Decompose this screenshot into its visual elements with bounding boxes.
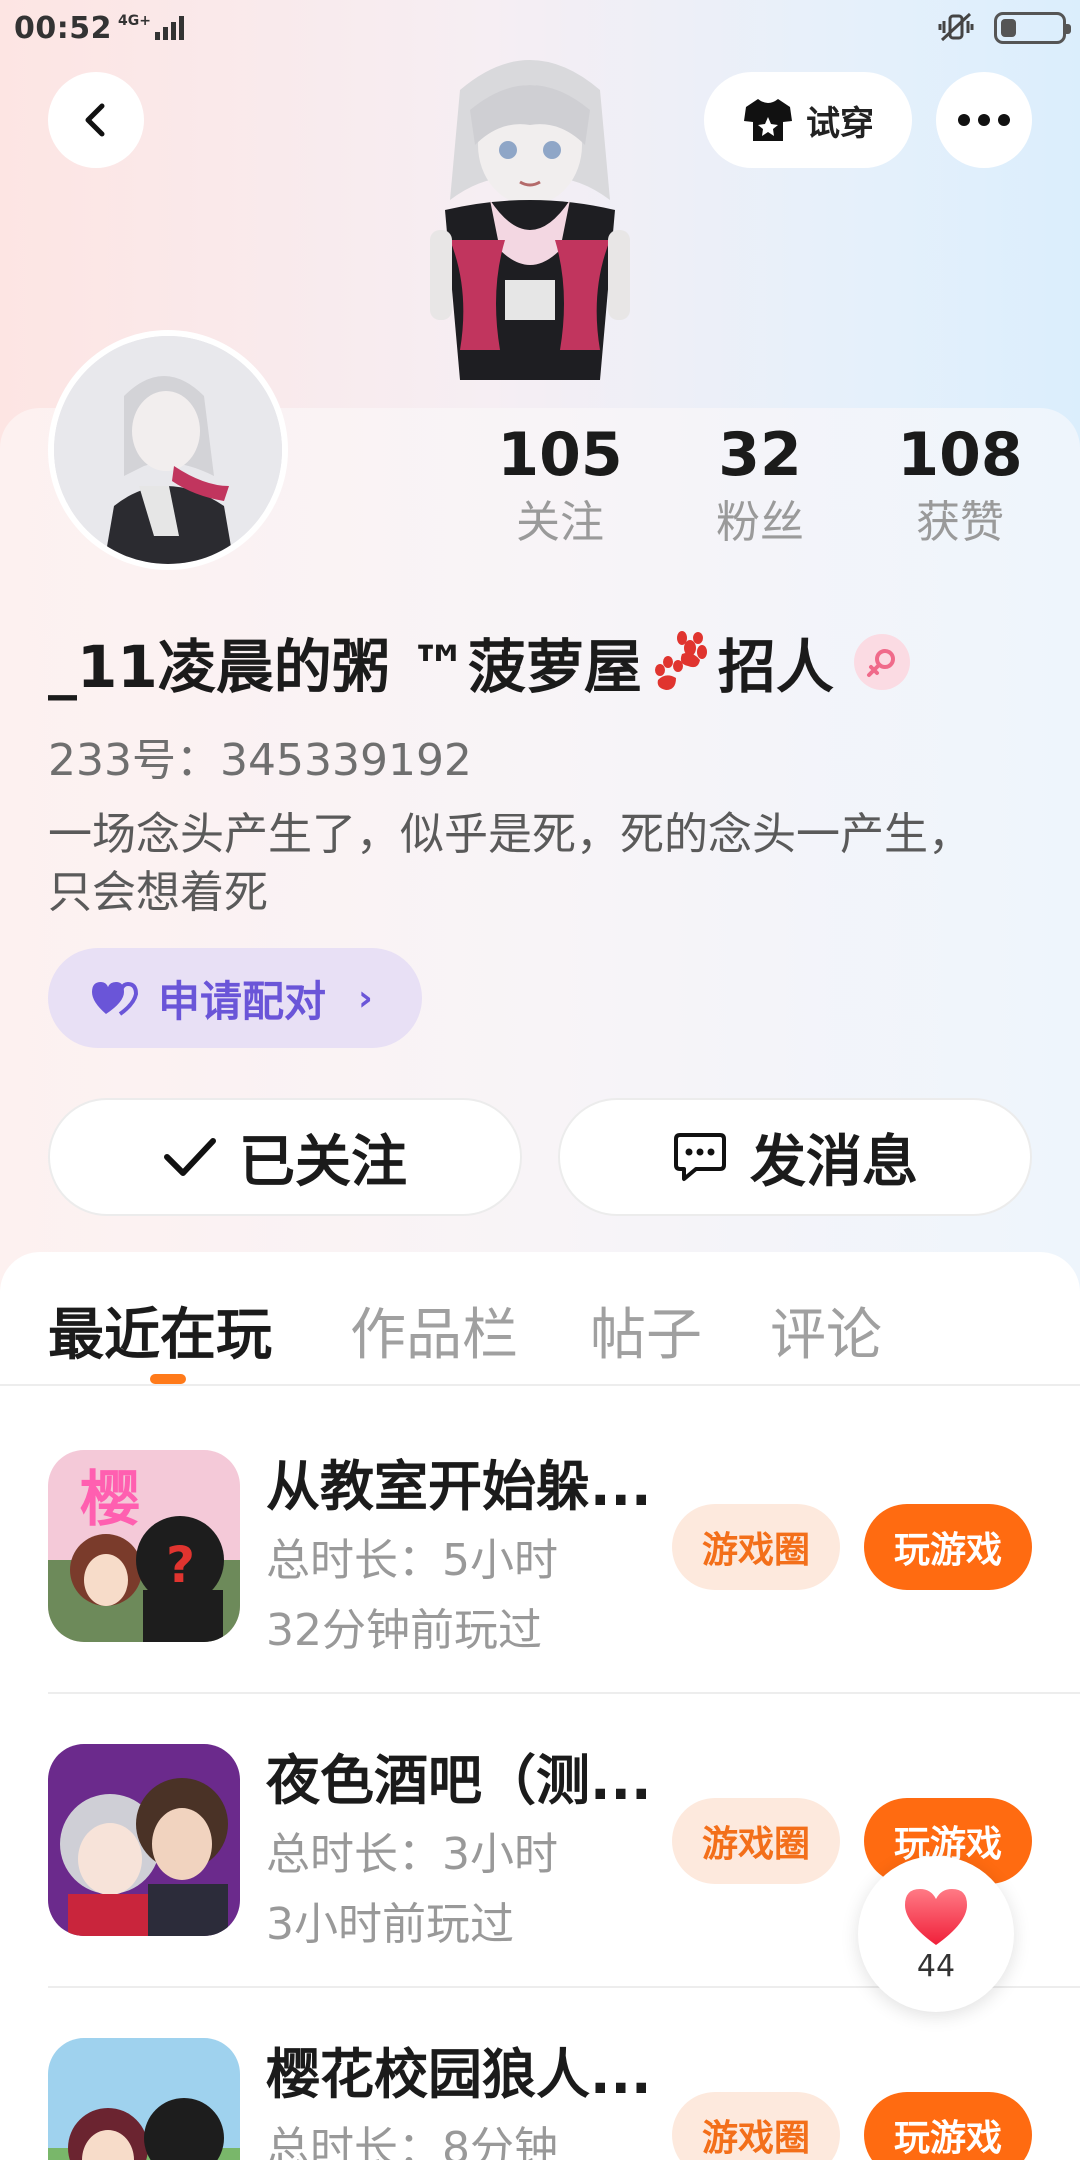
game-icon: 樱 ? bbox=[48, 1450, 240, 1642]
avatar-3d-character bbox=[430, 60, 630, 380]
game-title: 夜色酒吧（测... bbox=[266, 1749, 652, 1812]
tshirt-icon bbox=[744, 99, 792, 141]
stat-following[interactable]: 105 关注 bbox=[460, 420, 660, 550]
svg-text:?: ? bbox=[166, 1536, 195, 1594]
game-circle-button[interactable]: 游戏圈 bbox=[672, 1504, 840, 1590]
send-message-label: 发消息 bbox=[750, 1129, 918, 1195]
play-game-button[interactable]: 玩游戏 bbox=[864, 2092, 1032, 2160]
likes-label: 获赞 bbox=[916, 497, 1004, 548]
game-last-played: 32分钟前玩过 bbox=[266, 1605, 542, 1656]
try-on-label: 试穿 bbox=[806, 103, 874, 144]
chevron-left-icon bbox=[85, 103, 105, 137]
battery-icon bbox=[994, 12, 1071, 44]
game-duration: 总时长：5小时 bbox=[266, 1535, 558, 1586]
status-bar: 00:52 4G+ bbox=[0, 0, 1080, 56]
tab-recently-played[interactable]: 最近在玩 bbox=[48, 1290, 272, 1371]
paw-icon bbox=[654, 631, 707, 690]
bio: 一场念头产生了，似乎是死，死的念头一产生，只会想着死 bbox=[48, 809, 972, 918]
status-time: 00:52 bbox=[14, 10, 112, 46]
female-gender-icon bbox=[853, 634, 910, 690]
game-circle-button[interactable]: 游戏圈 bbox=[672, 2092, 840, 2160]
user-id: 233号：345339192 bbox=[48, 735, 472, 786]
row-divider bbox=[48, 1692, 1080, 1694]
stats-row: 105 关注 32 粉丝 108 获赞 bbox=[460, 420, 1060, 560]
back-button[interactable] bbox=[48, 72, 144, 168]
tabs-divider bbox=[0, 1384, 1080, 1386]
username: _11凌晨的粥 ™菠萝屋 招人 bbox=[48, 620, 910, 704]
game-duration: 总时长：3小时 bbox=[266, 1829, 558, 1880]
more-button[interactable] bbox=[936, 72, 1032, 168]
game-title: 樱花校园狼人... bbox=[266, 2043, 652, 2106]
avatar[interactable] bbox=[48, 330, 288, 570]
game-list-item[interactable]: 樱花校园狼人... 总时长：8分钟 游戏圈 玩游戏 bbox=[48, 2038, 1032, 2160]
apply-pair-button[interactable]: 申请配对 › bbox=[48, 948, 422, 1048]
tab-posts[interactable]: 帖子 bbox=[590, 1290, 702, 1371]
double-heart-icon bbox=[92, 981, 138, 1016]
game-list-item[interactable]: 樱 ? 从教室开始躲... 总时长：5小时 32分钟前玩过 游戏圈 玩游戏 bbox=[48, 1450, 1032, 1746]
apply-pair-label: 申请配对 bbox=[158, 976, 327, 1026]
chat-bubble-icon bbox=[674, 1133, 726, 1181]
game-title: 从教室开始躲... bbox=[266, 1455, 652, 1518]
chevron-right-icon: › bbox=[358, 977, 373, 1019]
vibrate-mute-icon bbox=[938, 12, 974, 42]
send-message-button[interactable]: 发消息 bbox=[558, 1098, 1032, 1216]
check-icon bbox=[164, 1138, 216, 1176]
tab-comments[interactable]: 评论 bbox=[770, 1290, 882, 1371]
stat-likes[interactable]: 108 获赞 bbox=[860, 420, 1060, 550]
followed-label: 已关注 bbox=[239, 1129, 407, 1195]
fans-label: 粉丝 bbox=[716, 497, 804, 548]
network-type: 4G+ bbox=[118, 13, 151, 29]
username-part1: _11凌晨的粥 ™菠萝屋 bbox=[48, 633, 642, 701]
game-icon-text: 樱 bbox=[80, 1465, 140, 1535]
followed-button[interactable]: 已关注 bbox=[48, 1098, 522, 1216]
username-part2: 招人 bbox=[717, 633, 834, 701]
play-game-button[interactable]: 玩游戏 bbox=[864, 1504, 1032, 1590]
game-duration: 总时长：8分钟 bbox=[266, 2123, 558, 2160]
following-label: 关注 bbox=[516, 497, 604, 548]
like-fab[interactable]: 44 bbox=[858, 1856, 1014, 2012]
avatar-image bbox=[54, 336, 282, 564]
more-dots-icon bbox=[958, 114, 1010, 126]
game-circle-button[interactable]: 游戏圈 bbox=[672, 1798, 840, 1884]
stat-fans[interactable]: 32 粉丝 bbox=[660, 420, 860, 550]
heart-icon bbox=[905, 1888, 967, 1945]
likes-count: 108 bbox=[897, 420, 1023, 490]
following-count: 105 bbox=[497, 420, 623, 490]
game-icon bbox=[48, 1744, 240, 1936]
try-on-button[interactable]: 试穿 bbox=[704, 72, 912, 168]
active-tab-indicator bbox=[150, 1374, 186, 1384]
tab-works[interactable]: 作品栏 bbox=[350, 1290, 518, 1371]
game-icon bbox=[48, 2038, 240, 2160]
fans-count: 32 bbox=[718, 420, 802, 490]
like-count: 44 bbox=[916, 1948, 956, 1984]
game-last-played: 3小时前玩过 bbox=[266, 1899, 514, 1950]
signal-icon bbox=[154, 16, 184, 40]
